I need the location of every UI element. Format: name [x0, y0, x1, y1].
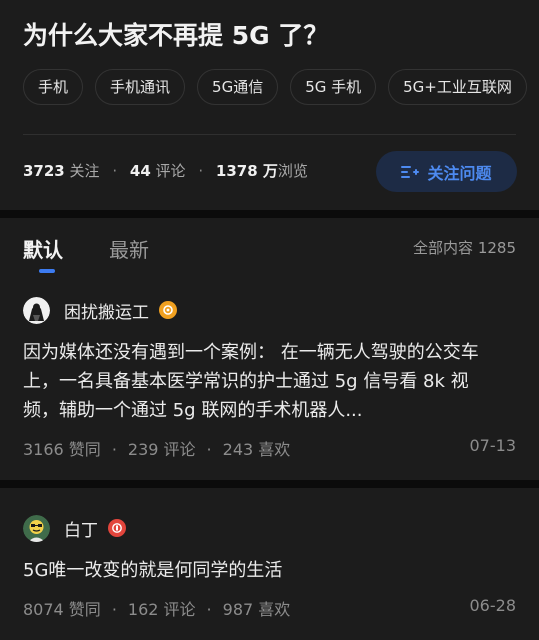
- dot-separator: ·: [112, 162, 118, 180]
- comments-count: 44: [129, 162, 151, 180]
- favorites-count: 243 喜欢: [222, 440, 291, 459]
- avatar[interactable]: [23, 514, 50, 542]
- answer-author[interactable]: 白丁: [23, 514, 126, 542]
- comments-count: 162 评论: [127, 600, 196, 619]
- likes-count: 3166 赞同: [23, 440, 101, 459]
- answer-author[interactable]: 困扰搬运工: [23, 296, 177, 324]
- tag-phone[interactable]: 手机: [23, 69, 84, 105]
- follow-question-label: 关注问题: [427, 163, 492, 183]
- author-name[interactable]: 困扰搬运工: [64, 298, 149, 323]
- tab-default[interactable]: 默认: [23, 234, 63, 263]
- medal-badge-icon: [108, 519, 126, 537]
- total-content-count[interactable]: 全部内容 1285: [413, 237, 516, 258]
- answer-separator: [0, 480, 539, 488]
- question-header: 为什么大家不再提 5G 了？ 手机 手机通讯 5G通信 5G 手机 5G+工业互联网 3…: [0, 0, 539, 210]
- tag-5g-communication[interactable]: 5G通信: [197, 69, 279, 105]
- answers-section: 默认 最新 全部内容 1285 困扰搬运工 因为媒体还没有遇到一个案例： 在一辆…: [0, 218, 539, 640]
- answer-excerpt[interactable]: 因为媒体还没有遇到一个案例： 在一辆无人驾驶的公交车上，一名具备基本医学常识的护…: [23, 338, 503, 425]
- followers-label: 关注: [69, 162, 100, 180]
- comments-count: 239 评论: [127, 440, 196, 459]
- answer-date: 07-13: [469, 436, 517, 455]
- question-stats: 3723 关注 · 44 评论 · 1378 万浏览: [23, 160, 308, 181]
- tab-latest[interactable]: 最新: [109, 234, 149, 263]
- tag-phone-communication[interactable]: 手机通讯: [95, 69, 186, 105]
- avatar[interactable]: [23, 296, 50, 324]
- answer-meta: 8074 赞同 · 162 评论 · 987 喜欢: [23, 596, 290, 620]
- favorites-count: 987 喜欢: [222, 600, 291, 619]
- answer-excerpt[interactable]: 5G唯一改变的就是何同学的生活: [23, 556, 503, 585]
- tag-5g-industrial-internet[interactable]: 5G+工业互联网: [388, 69, 527, 105]
- answer-date: 06-28: [469, 596, 517, 615]
- dot-separator: ·: [111, 440, 117, 459]
- active-tab-indicator: [39, 269, 55, 273]
- followers-count: 3723: [23, 162, 65, 180]
- follow-question-button[interactable]: 关注问题: [376, 151, 517, 192]
- dot-separator: ·: [206, 600, 212, 619]
- topic-tags: 手机 手机通讯 5G通信 5G 手机 5G+工业互联网: [23, 69, 539, 107]
- verified-badge-icon: [159, 301, 177, 319]
- section-separator: [0, 210, 539, 218]
- tag-5g-phone[interactable]: 5G 手机: [290, 69, 377, 105]
- comments-label: 评论: [155, 162, 186, 180]
- likes-count: 8074 赞同: [23, 600, 101, 619]
- views-count: 1378 万: [215, 162, 278, 180]
- answer-meta: 3166 赞同 · 239 评论 · 243 喜欢: [23, 436, 290, 460]
- dot-separator: ·: [206, 440, 212, 459]
- header-divider: [23, 134, 516, 135]
- dot-separator: ·: [198, 162, 204, 180]
- author-name[interactable]: 白丁: [64, 516, 98, 541]
- views-label: 浏览: [277, 162, 308, 180]
- follow-list-plus-icon: [401, 164, 420, 180]
- dot-separator: ·: [111, 600, 117, 619]
- question-title[interactable]: 为什么大家不再提 5G 了？: [23, 16, 328, 52]
